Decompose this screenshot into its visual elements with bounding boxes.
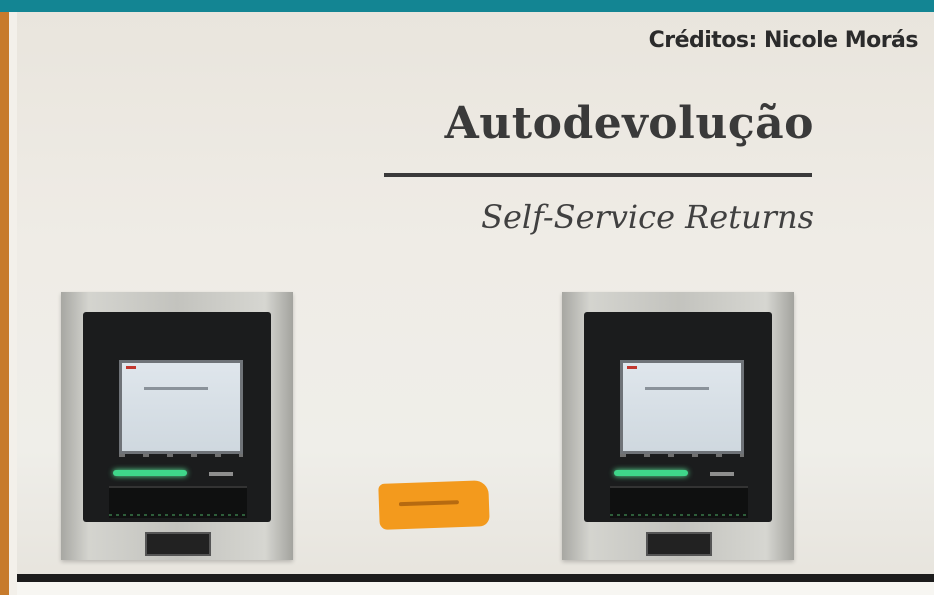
frame-left-edge [9,12,17,595]
screen-text-line [144,387,208,390]
kiosk-base-plate [145,532,211,556]
kiosk-return-slot [109,486,247,518]
kiosk-screen [119,360,243,454]
photo-credits: Créditos: Nicole Morás [648,28,919,53]
kiosk-screen [620,360,744,454]
return-kiosk-left [61,292,293,560]
photo: Créditos: Nicole Morás Autodevolução Sel… [17,12,934,595]
return-kiosk-right [562,292,794,560]
kiosk-indicator-mark [710,472,734,476]
slot-rollers [610,514,748,516]
orange-sticker [378,480,490,530]
kiosk-button-row [620,454,744,457]
kiosk-button-row [119,454,243,457]
kiosk-panel [584,312,772,522]
kiosk-status-led [113,470,187,476]
frame-left-bar [0,12,9,595]
counter-edge [17,574,934,582]
frame-top-band [0,0,934,12]
screen-text-line [645,387,709,390]
sign-divider [384,173,812,177]
screen-logo-icon [126,366,136,369]
sign-subtitle: Self-Service Returns [481,198,814,236]
kiosk-base-plate [646,532,712,556]
sticker-text-line [398,500,459,507]
sign-title: Autodevolução [444,98,814,149]
kiosk-status-led [614,470,688,476]
image-frame: Créditos: Nicole Morás Autodevolução Sel… [0,0,934,595]
counter-front [17,582,934,595]
slot-rollers [109,514,247,516]
screen-logo-icon [627,366,637,369]
kiosk-panel [83,312,271,522]
kiosk-return-slot [610,486,748,518]
kiosk-indicator-mark [209,472,233,476]
